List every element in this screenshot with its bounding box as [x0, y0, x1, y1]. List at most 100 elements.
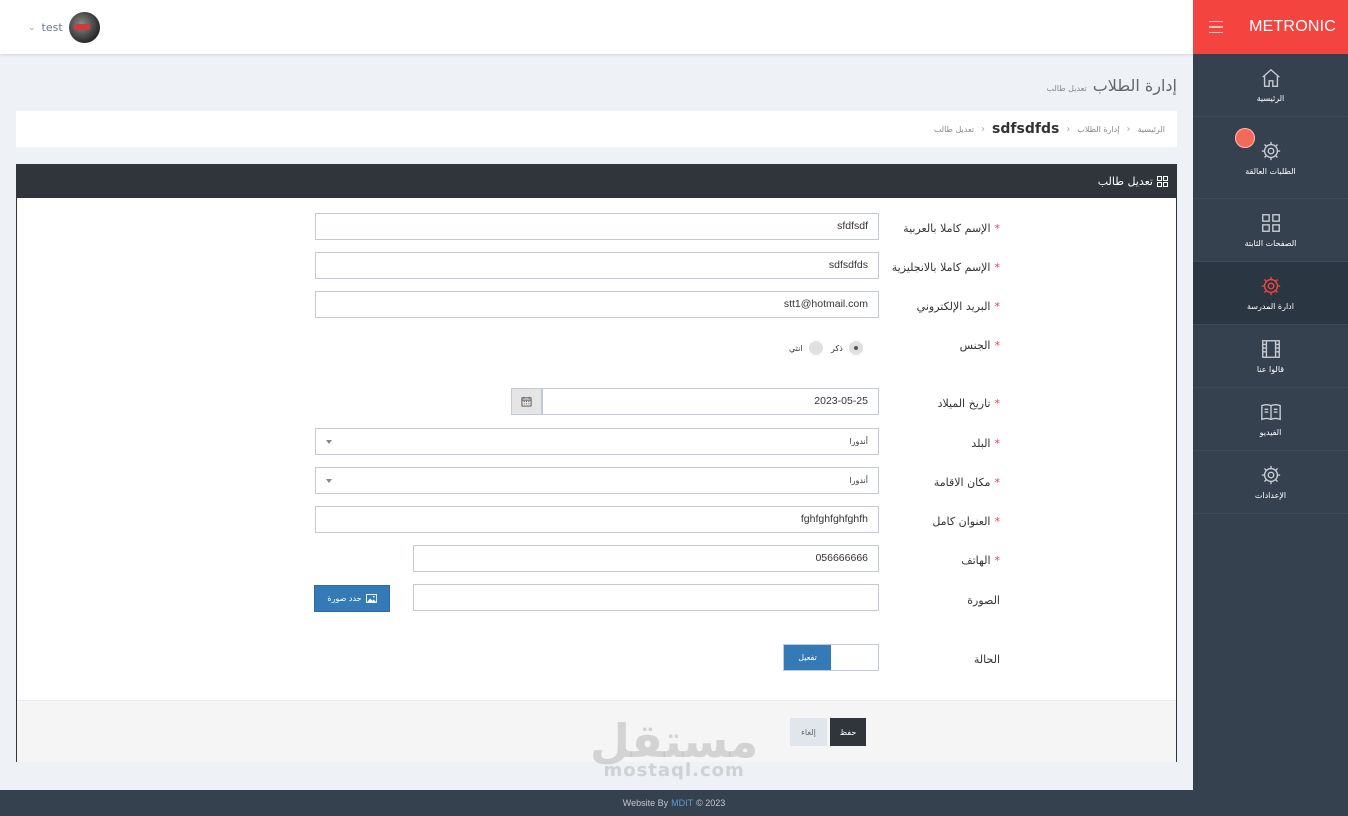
- phone-label: *الهاتف: [961, 554, 1000, 567]
- gear-icon: [1261, 465, 1280, 485]
- status-toggle[interactable]: تفعيل: [783, 644, 879, 671]
- sidebar-item-static-pages[interactable]: الصفحات الثابتة: [1193, 199, 1348, 262]
- radio-label: انثي: [789, 343, 803, 353]
- sidebar-item-label: ادارة المدرسة: [1247, 302, 1294, 311]
- gender-label: *الجنس: [959, 339, 1001, 352]
- breadcrumb: الرئيسية ‹ إدارة الطلاب ‹ sdfsdfds ‹ تعد…: [16, 111, 1177, 147]
- radio-label: ذكر: [831, 343, 843, 353]
- residence-select[interactable]: أندورا: [315, 467, 879, 494]
- country-label: *البلد: [971, 437, 1000, 450]
- breadcrumb-edit: تعديل طالب: [933, 124, 975, 134]
- chevron-left-icon: ‹: [1126, 123, 1131, 135]
- sidebar-item-video[interactable]: الفيديو: [1193, 388, 1348, 451]
- breadcrumb-home[interactable]: الرئيسية: [1137, 125, 1165, 134]
- choose-photo-label: حدد صورة: [327, 594, 362, 603]
- birthdate-input[interactable]: 2023-05-25: [542, 388, 879, 415]
- sidebar-item-label: الصفحات الثابتة: [1244, 239, 1297, 248]
- page-title: إدارة الطلاب تعديل طالب: [1047, 76, 1177, 95]
- phone-input[interactable]: 056666666: [413, 545, 879, 572]
- username: test: [41, 21, 63, 34]
- country-select[interactable]: أندورا: [315, 428, 879, 455]
- footer-brand-link[interactable]: MDIT: [671, 798, 693, 808]
- footer: Website By MDIT © 2023: [0, 790, 1348, 816]
- email-input[interactable]: stt1@hotmail.com: [315, 291, 879, 318]
- chevron-down-icon: ⌄: [28, 22, 36, 33]
- gender-radio-male[interactable]: ذكر: [831, 341, 863, 355]
- choose-photo-button[interactable]: حدد صورة: [314, 585, 390, 612]
- cancel-button[interactable]: إلغاء: [790, 718, 827, 746]
- portlet-title-text: تعديل طالب: [1097, 175, 1153, 188]
- address-input[interactable]: fghfghfghfghfh: [315, 506, 879, 533]
- avatar: [68, 12, 100, 43]
- status-toggle-on: تفعيل: [784, 645, 831, 670]
- portlet-title: تعديل طالب: [17, 165, 1176, 198]
- address-label: *العنوان كامل: [932, 515, 1000, 528]
- status-label: الحالة: [973, 653, 1000, 666]
- watermark-latin: mostaql.com: [603, 760, 745, 781]
- residence-select-value: أندورا: [849, 476, 868, 485]
- required-mark: *: [994, 515, 1001, 528]
- footer-prefix: Website By: [622, 798, 669, 808]
- grid-icon: [1157, 176, 1168, 187]
- page-heading: إدارة الطلاب: [1092, 76, 1177, 95]
- brand-logo: METRONIC: [1249, 18, 1336, 35]
- gear-icon: [1261, 141, 1280, 160]
- required-mark: *: [994, 476, 1001, 489]
- sidebar-item-settings[interactable]: الإعدادات: [1193, 451, 1348, 514]
- sidebar-item-home[interactable]: الرئيسية: [1193, 54, 1348, 117]
- photo-label: الصورة: [967, 594, 1000, 607]
- required-mark: *: [994, 222, 1001, 235]
- breadcrumb-current: sdfsdfds: [992, 121, 1060, 137]
- sidebar: METRONIC الرئيسية الطلبات العالقة الصفحا…: [1193, 0, 1348, 816]
- sidebar-item-label: الرئيسية: [1256, 94, 1285, 103]
- calendar-icon: [521, 396, 532, 407]
- menu-toggle-icon[interactable]: [1209, 20, 1223, 34]
- required-mark: *: [994, 339, 1001, 352]
- top-header: ⌄ test: [0, 0, 1193, 54]
- brand-bar: METRONIC: [1193, 0, 1348, 54]
- gear-icon: [1261, 276, 1280, 296]
- required-mark: *: [994, 397, 1001, 410]
- sidebar-item-pending-requests[interactable]: الطلبات العالقة: [1193, 117, 1348, 199]
- notification-badge: [1235, 128, 1255, 148]
- required-mark: *: [994, 554, 1001, 567]
- save-button[interactable]: حفظ: [830, 718, 866, 746]
- sidebar-item-testimonials[interactable]: قالوا عنا: [1193, 325, 1348, 388]
- email-label: *البريد الإلكتروني: [916, 300, 1001, 313]
- name-ar-label: *الإسم كاملا بالعربية: [903, 222, 1000, 235]
- footer-copyright: © 2023: [696, 798, 726, 808]
- chevron-left-icon: ‹: [981, 123, 986, 135]
- birthdate-label: *تاريخ الميلاد: [937, 397, 1001, 410]
- sidebar-item-school-management[interactable]: ادارة المدرسة: [1193, 262, 1348, 325]
- radio-checked-icon: [848, 341, 863, 355]
- photo-input[interactable]: [413, 584, 879, 611]
- breadcrumb-students[interactable]: إدارة الطلاب: [1077, 125, 1119, 134]
- page-subtitle: تعديل طالب: [1046, 84, 1087, 93]
- film-icon: [1261, 340, 1280, 358]
- user-menu[interactable]: ⌄ test: [28, 12, 100, 43]
- radio-unchecked-icon: [808, 341, 823, 355]
- grid-icon: [1261, 214, 1280, 232]
- sidebar-item-label: الفيديو: [1259, 428, 1282, 437]
- required-mark: *: [994, 300, 1001, 313]
- sidebar-item-label: الطلبات العالقة: [1245, 166, 1296, 176]
- chevron-left-icon: ‹: [1066, 123, 1071, 135]
- book-icon: [1260, 403, 1281, 421]
- name-en-label: *الإسم كاملا بالانجليزية: [891, 261, 1001, 274]
- home-icon: [1261, 68, 1280, 87]
- sidebar-item-label: الإعدادات: [1254, 491, 1287, 500]
- form-actions: حفظ إلغاء: [17, 700, 1176, 762]
- caret-down-icon: [326, 439, 332, 444]
- required-mark: *: [994, 261, 1001, 274]
- residence-label: *مكان الاقامة: [933, 476, 1001, 489]
- date-picker-button[interactable]: [511, 388, 542, 415]
- gender-radio-female[interactable]: انثي: [789, 341, 823, 355]
- edit-student-portlet: تعديل طالب *الإسم كاملا بالعربية sfdfsdf…: [16, 164, 1177, 762]
- country-select-value: أندورا: [849, 437, 868, 446]
- name-en-input[interactable]: sdfsdfds: [315, 252, 879, 279]
- caret-down-icon: [326, 478, 332, 483]
- required-mark: *: [994, 437, 1001, 450]
- image-icon: [365, 594, 377, 603]
- name-ar-input[interactable]: sfdfsdf: [315, 213, 879, 240]
- sidebar-item-label: قالوا عنا: [1256, 365, 1285, 374]
